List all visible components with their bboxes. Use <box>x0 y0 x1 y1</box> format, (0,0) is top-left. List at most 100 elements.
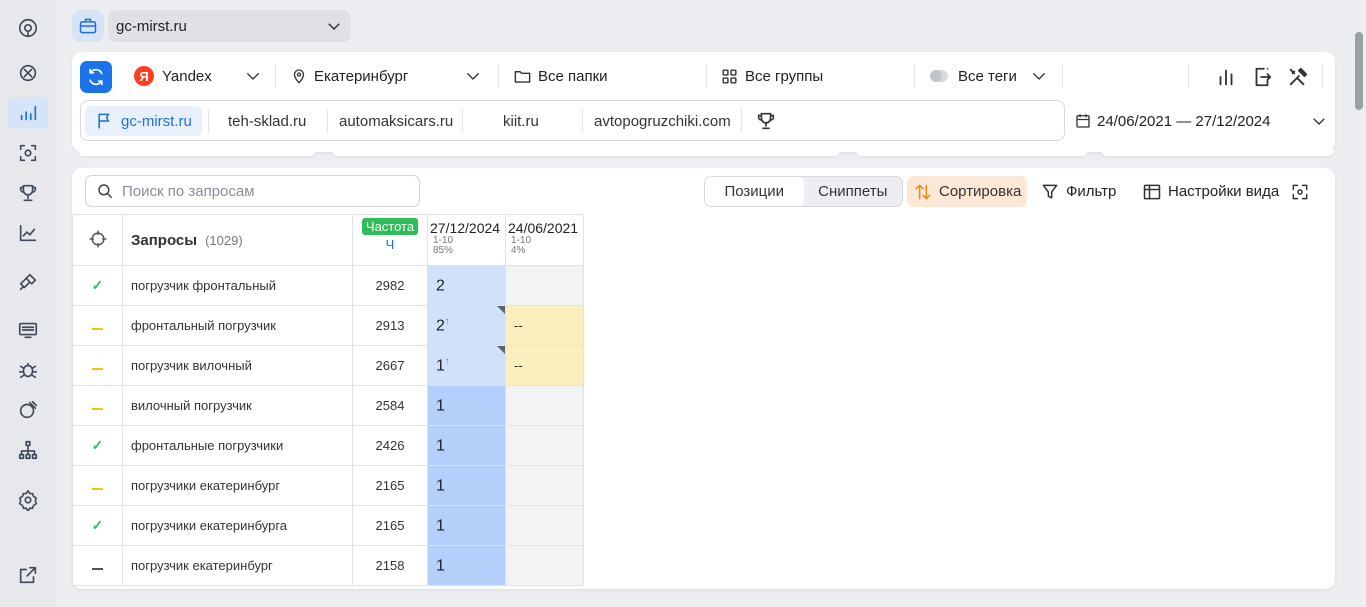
query-cell[interactable]: погрузчик вилочный <box>122 345 353 386</box>
position-cell[interactable] <box>505 425 584 466</box>
briefcase-icon <box>79 18 97 34</box>
domain-label: kiit.ru <box>503 112 539 130</box>
domain-tab-gc-mirst[interactable]: gc-mirst.ru <box>85 106 202 136</box>
bug-icon[interactable] <box>8 354 48 386</box>
date-range-picker[interactable]: 24/06/2021 — 27/12/2024 <box>1074 108 1328 134</box>
yandex-icon: Я <box>134 66 154 86</box>
query-cell[interactable]: фронтальные погрузчики <box>122 425 353 466</box>
tags-select[interactable]: Все теги <box>930 64 1060 88</box>
select-all-header[interactable] <box>72 214 123 266</box>
domain-tab-avtopogruzchiki[interactable]: avtopogruzchiki.com <box>584 106 741 136</box>
position-cell[interactable] <box>505 545 584 586</box>
scrollbar-thumb[interactable] <box>1355 32 1363 110</box>
table-row[interactable]: вилочный погрузчик 2584 1 <box>72 385 584 426</box>
settings-gear-icon[interactable] <box>8 484 48 516</box>
position-cell[interactable]: 2↑ <box>427 305 506 346</box>
position-cell[interactable]: 1 <box>427 545 506 586</box>
position-cell[interactable]: 1 <box>427 465 506 506</box>
table-row[interactable]: погрузчик вилочный 2667 1↑ -- <box>72 345 584 386</box>
tools-icon[interactable] <box>8 266 48 298</box>
position-cell[interactable]: 2 <box>427 265 506 306</box>
queries-header[interactable]: Запросы (1029) <box>122 214 353 266</box>
position-cell[interactable]: -- <box>505 345 584 386</box>
position-cell[interactable] <box>505 385 584 426</box>
check-icon: ✓ <box>91 437 104 453</box>
position-cell[interactable] <box>505 265 584 306</box>
table-row[interactable]: погрузчик екатеринбург 2158 1 <box>72 545 584 586</box>
date-column-header[interactable]: 24/06/2021 1-10 4% <box>505 214 584 266</box>
external-link-icon[interactable] <box>8 559 48 591</box>
briefcase-button[interactable] <box>72 10 104 42</box>
satellite-icon[interactable] <box>8 394 48 426</box>
table-row[interactable]: погрузчики екатеринбург 2165 1 <box>72 465 584 506</box>
query-cell[interactable]: погрузчики екатеринбурга <box>122 505 353 546</box>
table-row[interactable]: ✓ погрузчик фронтальный 2982 2 <box>72 265 584 306</box>
panel-stub <box>856 150 1088 156</box>
table-row[interactable]: ✓ погрузчики екатеринбурга 2165 1 <box>72 505 584 546</box>
position-cell[interactable]: 1↑ <box>427 345 506 386</box>
date-range-label: 24/06/2021 — 27/12/2024 <box>1097 112 1271 130</box>
folder-icon <box>514 70 531 83</box>
frequency-header[interactable]: Частота Ч <box>352 214 428 266</box>
filter-funnel-icon <box>1042 184 1058 199</box>
tools-button[interactable] <box>1285 64 1311 90</box>
scan-icon[interactable] <box>8 137 48 169</box>
position-cell[interactable]: 1 <box>427 505 506 546</box>
tags-toggle[interactable] <box>930 70 948 82</box>
groups-select[interactable]: Все группы <box>720 64 823 88</box>
region-select[interactable]: Екатеринбург <box>290 64 485 88</box>
status-cell <box>72 305 123 346</box>
frequency-cell: 2913 <box>352 305 428 346</box>
view-settings-button[interactable]: Настройки вида <box>1136 176 1285 207</box>
query-search[interactable] <box>85 175 420 207</box>
position-cell[interactable] <box>505 465 584 506</box>
fullscreen-button[interactable] <box>1290 176 1310 207</box>
query-cell[interactable]: фронтальный погрузчик <box>122 305 353 346</box>
trophy-icon[interactable] <box>8 177 48 209</box>
check-icon: ✓ <box>91 277 104 293</box>
sitemap-icon[interactable] <box>8 434 48 466</box>
frequency-cell: 2584 <box>352 385 428 426</box>
search-engine-select[interactable]: Я Yandex <box>134 64 264 88</box>
query-cell[interactable]: погрузчик екатеринбург <box>122 545 353 586</box>
position-cell[interactable] <box>505 505 584 546</box>
domain-label: avtopogruzchiki.com <box>594 112 731 130</box>
domain-tab-kiit[interactable]: kiit.ru <box>493 106 549 136</box>
export-button[interactable] <box>1249 64 1275 90</box>
query-cell[interactable]: погрузчики екатеринбург <box>122 465 353 506</box>
monitor-icon[interactable] <box>8 314 48 346</box>
position-cell[interactable]: -- <box>505 305 584 346</box>
table-row[interactable]: ✓ фронтальные погрузчики 2426 1 <box>72 425 584 466</box>
query-cell[interactable]: вилочный погрузчик <box>122 385 353 426</box>
competitors-button[interactable] <box>745 106 793 136</box>
folders-select[interactable]: Все папки <box>513 64 608 88</box>
search-input[interactable] <box>122 182 402 200</box>
flag-icon <box>98 113 110 129</box>
dashboard-icon[interactable] <box>8 57 48 89</box>
logo-icon[interactable] <box>8 12 48 44</box>
analytics-icon[interactable] <box>8 217 48 249</box>
domain-tab-teh-sklad[interactable]: teh-sklad.ru <box>218 106 316 136</box>
sort-button[interactable]: Сортировка <box>907 176 1028 207</box>
positions-chart-icon[interactable] <box>8 97 48 129</box>
status-cell: ✓ <box>72 265 123 306</box>
query-cell[interactable]: погрузчик фронтальный <box>122 265 353 306</box>
tab-positions[interactable]: Позиции <box>705 177 804 206</box>
tab-snippets[interactable]: Сниппеты <box>804 177 903 206</box>
domain-tab-automaksicars[interactable]: automaksicars.ru <box>329 106 463 136</box>
position-cell[interactable]: 1 <box>427 425 506 466</box>
sort-label: Сортировка <box>939 183 1022 200</box>
bar-chart-icon <box>1219 69 1233 86</box>
table-row[interactable]: фронтальный погрузчик 2913 2↑ -- <box>72 305 584 346</box>
page-scrollbar[interactable] <box>1352 0 1366 607</box>
position-value: 1 <box>436 477 445 495</box>
filter-button[interactable]: Фильтр <box>1034 176 1122 207</box>
trophy-icon <box>757 112 775 130</box>
project-select[interactable]: gc-mirst.ru <box>108 10 351 42</box>
charts-button[interactable] <box>1213 64 1239 90</box>
filter-panel: Я Yandex Екатеринбург Все папки Все груп… <box>72 52 1335 152</box>
refresh-button[interactable] <box>80 61 112 93</box>
calendar-icon <box>1076 114 1090 128</box>
date-column-header[interactable]: 27/12/2024 1-10 85% <box>427 214 506 266</box>
position-cell[interactable]: 1 <box>427 385 506 426</box>
